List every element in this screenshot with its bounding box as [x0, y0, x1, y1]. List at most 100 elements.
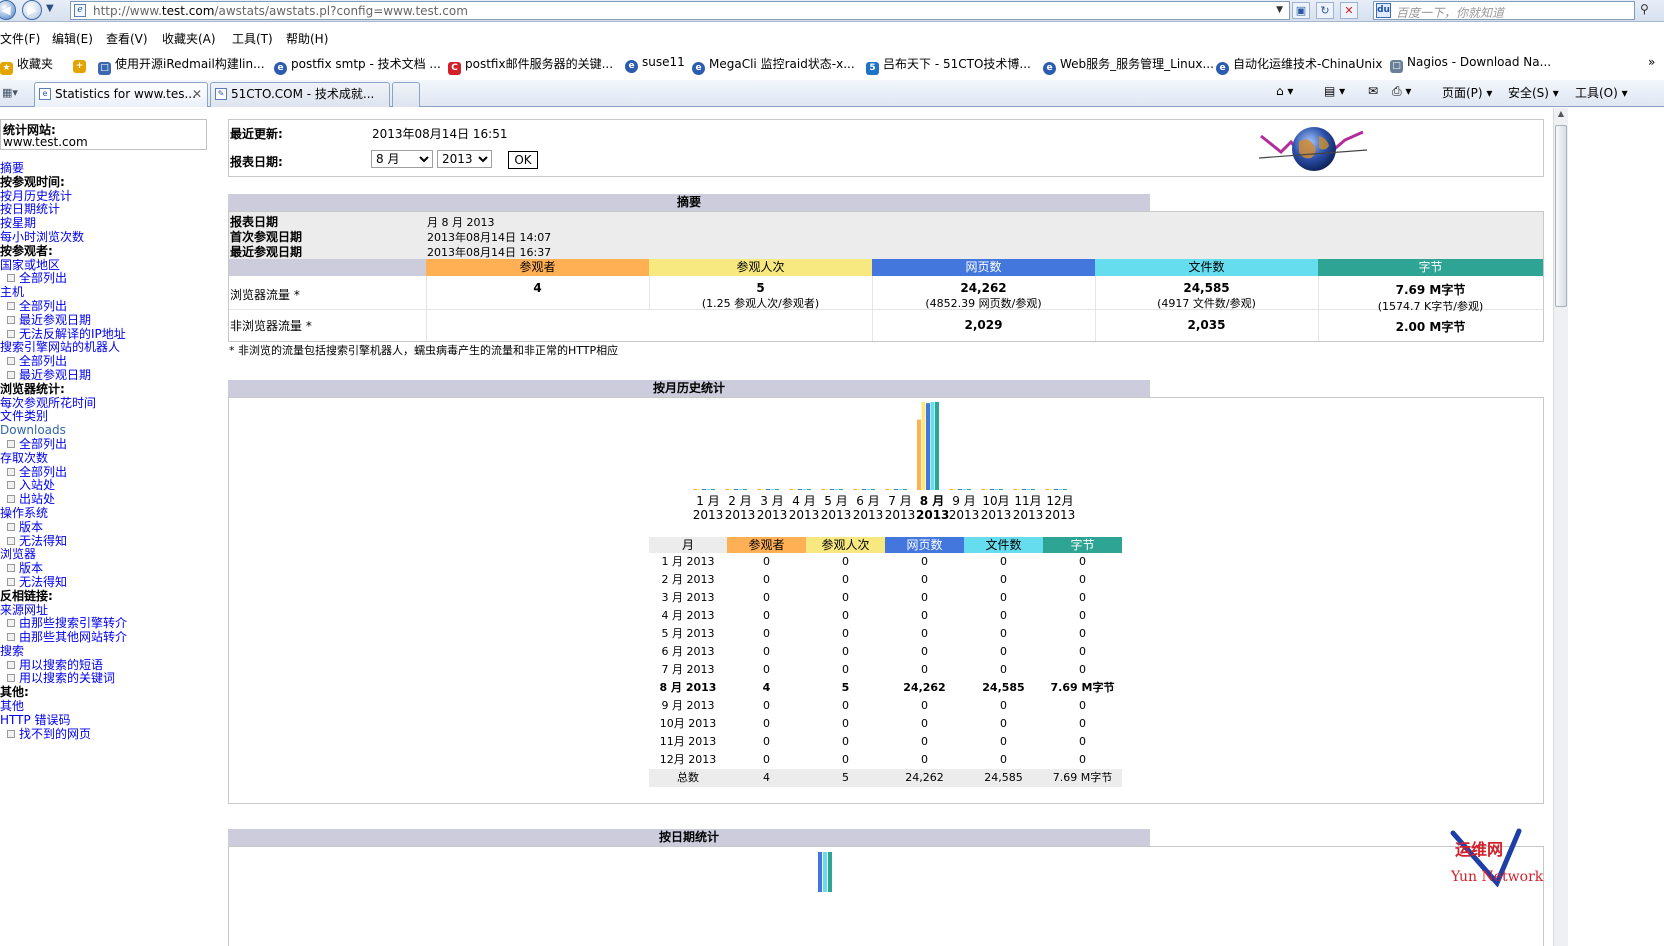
menu-link[interactable]: 最近参观日期 [0, 368, 215, 383]
feeds-icon[interactable]: ▤ ▾ [1324, 84, 1345, 98]
monthly-total-cell: 24,262 [885, 769, 964, 787]
scrollbar-thumb[interactable] [1555, 125, 1567, 307]
menu-help[interactable]: 帮助(H) [286, 30, 328, 47]
tick-month: 7 月 [888, 494, 912, 508]
url-field[interactable]: e http://www.test.com/awstats/awstats.pl… [70, 1, 1290, 20]
new-tab-button[interactable] [392, 82, 420, 107]
close-tab-icon[interactable]: ✕ [192, 83, 202, 105]
menu-link[interactable]: 全部列出 [0, 271, 215, 286]
menu-tools-cmd[interactable]: 工具(O) ▾ [1575, 84, 1628, 101]
menu-link[interactable]: 其他 [0, 699, 215, 714]
more-favorites-icon[interactable]: » [1648, 55, 1655, 69]
menu-link[interactable]: 文件类别 [0, 409, 215, 424]
monthly-cell: 10月 2013 [659, 717, 717, 730]
chart-bar [903, 489, 907, 490]
menu-item-label: 来源网址 [0, 602, 49, 617]
menu-item-label: 无法得知 [19, 533, 68, 548]
menu-link[interactable]: 浏览器 [0, 547, 215, 562]
menu-link[interactable]: 由那些其他网站转介 [0, 630, 215, 645]
col-header-visitors: 参观者 [426, 259, 649, 276]
menu-favorites[interactable]: 收藏夹(A) [162, 30, 216, 47]
home-icon[interactable]: ⌂ ▾ [1276, 84, 1293, 98]
menu-link[interactable]: 摘要 [0, 161, 215, 176]
forward-button[interactable]: ▶ [22, 0, 42, 20]
menu-link[interactable]: 存取次数 [0, 451, 215, 466]
print-icon[interactable]: ⎙ ▾ [1392, 84, 1411, 99]
chart-bar [839, 489, 843, 490]
ok-button[interactable]: OK [508, 151, 538, 169]
menu-link[interactable]: 全部列出 [0, 299, 215, 314]
favorite-link-4[interactable]: e suse11 [625, 55, 685, 73]
menu-page[interactable]: 页面(P) ▾ [1442, 84, 1492, 101]
year-select[interactable]: 2013 [437, 150, 492, 168]
menu-view[interactable]: 查看(V) [106, 30, 148, 47]
favorite-link-6[interactable]: 5 吕布天下 - 51CTO技术博... [866, 55, 1031, 75]
tab-51cto[interactable]: ✎ 51CTO.COM - 技术成就... [210, 82, 390, 107]
menu-link[interactable]: 全部列出 [0, 354, 215, 369]
menu-link[interactable]: 用以搜索的关键词 [0, 672, 215, 686]
menu-link[interactable]: HTTP 错误码 [0, 713, 215, 728]
chart-tick-label: 7 月 2013 [884, 494, 916, 522]
add-favorite-icon[interactable]: + [73, 55, 90, 73]
browser-visitors-value: 4 [533, 281, 542, 295]
menu-safety[interactable]: 安全(S) ▾ [1508, 84, 1559, 101]
search-input[interactable]: du 百度一下，你就知道 [1373, 1, 1635, 20]
menu-link[interactable]: 按星期 [0, 216, 215, 231]
monthly-cell: 6 月 2013 [661, 645, 715, 658]
history-dropdown-icon[interactable]: ▼ [46, 3, 54, 14]
menu-tools[interactable]: 工具(T) [232, 30, 273, 47]
tab-statistics[interactable]: e Statistics for www.tes... ✕ [34, 82, 208, 107]
menu-link[interactable]: 全部列出 [0, 465, 215, 480]
scroll-up-icon[interactable]: ▲ [1555, 109, 1567, 123]
chart-bar [761, 489, 766, 490]
search-icon[interactable]: ⚲ [1640, 2, 1649, 16]
favorite-link-7[interactable]: e Web服务_服务管理_Linux... [1043, 55, 1214, 75]
menu-link[interactable]: 入站处 [0, 478, 215, 493]
compat-view-icon[interactable]: ▣ [1292, 2, 1310, 19]
refresh-icon[interactable]: ↻ [1316, 2, 1334, 19]
menu-link[interactable]: 最近参观日期 [0, 313, 215, 328]
search-engine-icon: du [1376, 3, 1391, 18]
menu-link[interactable]: 出站处 [0, 492, 215, 507]
favorite-link-8[interactable]: e 自动化运维技术-ChinaUnix [1216, 55, 1382, 75]
monthly-cell: 0 [763, 663, 770, 676]
menu-link[interactable]: 版本 [0, 561, 215, 576]
favorites-button[interactable]: ★ 收藏夹 [0, 55, 53, 75]
mail-icon[interactable]: ✉ [1368, 84, 1378, 98]
menu-link[interactable]: 操作系统 [0, 506, 215, 521]
url-dropdown-icon[interactable]: ▼ [1276, 5, 1283, 15]
menu-item-label: 全部列出 [19, 354, 68, 369]
chart-bar [953, 489, 958, 490]
menu-file[interactable]: 文件(F) [0, 30, 40, 47]
stop-icon[interactable]: ✕ [1340, 2, 1358, 19]
browser-traffic-label: 浏览器流量 * [230, 288, 300, 302]
monthly-cell: 0 [763, 645, 770, 658]
menu-link[interactable]: 每小时浏览次数 [0, 230, 215, 245]
favorite-link-2[interactable]: e postfix smtp - 技术文档 ... [274, 55, 441, 75]
menu-link[interactable]: 找不到的网页 [0, 727, 215, 742]
monthly-total-cell: 7.69 M字节 [1043, 769, 1122, 787]
chart-bar [889, 489, 894, 490]
favorite-link-1[interactable]: □ 使用开源iRedmail构建lin... [98, 55, 265, 75]
favorite-link-9[interactable]: □ Nagios - Download Na... [1390, 55, 1551, 73]
menu-edit[interactable]: 编辑(E) [52, 30, 93, 47]
menu-link[interactable]: 搜索 [0, 644, 215, 659]
month-select[interactable]: 8 月 [371, 150, 433, 168]
menu-link[interactable]: Downloads [0, 423, 215, 438]
menu-link[interactable]: 按日期统计 [0, 202, 215, 217]
quick-tabs-icon[interactable]: ▦▾ [2, 86, 18, 99]
monthly-cell: 0 [763, 573, 770, 586]
chart-bar [1054, 489, 1058, 490]
table-row: 12月 2013 0 0 0 0 0 [649, 751, 1122, 769]
menu-link[interactable]: 无法得知 [0, 575, 215, 590]
menu-link[interactable]: 全部列出 [0, 437, 215, 452]
favorite-link-3[interactable]: Cpostfix邮件服务器的关键... [448, 55, 613, 75]
page-scrollbar[interactable]: ▲ [1553, 108, 1568, 946]
back-button[interactable]: ◀ [0, 0, 16, 20]
menu-link[interactable]: 按月历史统计 [0, 189, 215, 204]
menu-link[interactable]: 版本 [0, 520, 215, 535]
monthly-cell: 0 [1000, 717, 1007, 730]
favorite-link-5[interactable]: e MegaCli 监控raid状态-x... [692, 55, 855, 75]
menu-link[interactable]: 主机 [0, 285, 215, 300]
bullet-icon [7, 633, 15, 642]
